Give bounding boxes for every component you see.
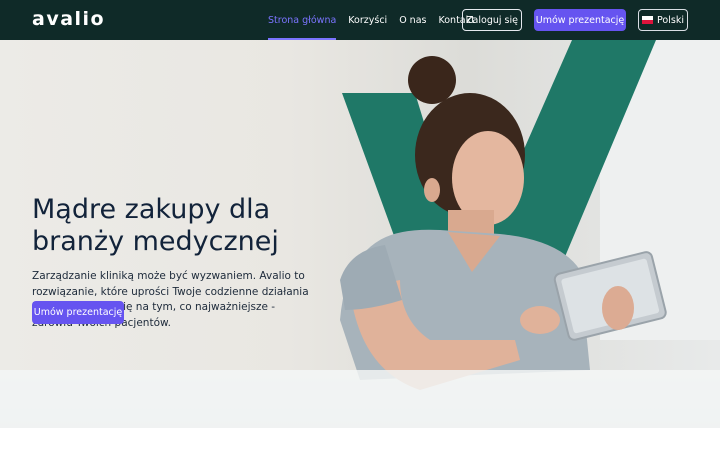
avalio-logo[interactable]: avalio xyxy=(32,8,105,30)
nurse-hand-left xyxy=(520,306,560,334)
book-demo-nav-button[interactable]: Umów prezentację xyxy=(534,9,626,31)
login-button[interactable]: Zaloguj się xyxy=(462,9,522,31)
language-selector[interactable]: Polski xyxy=(638,9,688,31)
nav-link-about[interactable]: O nas xyxy=(399,0,426,40)
hero-title-line-2: branży medycznej xyxy=(32,226,279,257)
nav-link-home[interactable]: Strona główna xyxy=(268,0,337,40)
top-navigation: avalio Strona główna Korzyści O nas Kont… xyxy=(0,0,720,40)
poland-flag-icon xyxy=(642,16,654,24)
hero-section: Mądre zakupy dla branży medycznej Zarząd… xyxy=(0,40,720,428)
nurse-hair-bun xyxy=(408,56,456,104)
hero-title-line-1: Mądre zakupy dla xyxy=(32,194,271,225)
hero-title: Mądre zakupy dla branży medycznej xyxy=(32,194,332,258)
nav-links: Strona główna Korzyści O nas Kontakt xyxy=(268,0,487,40)
nav-link-benefits[interactable]: Korzyści xyxy=(348,0,387,40)
nurse-hand-right xyxy=(602,286,634,330)
book-demo-hero-button[interactable]: Umów prezentację xyxy=(32,301,124,324)
next-section-card xyxy=(0,428,720,450)
language-label: Polski xyxy=(657,14,684,26)
desk-surface xyxy=(0,370,720,428)
nurse-ear xyxy=(424,178,440,202)
